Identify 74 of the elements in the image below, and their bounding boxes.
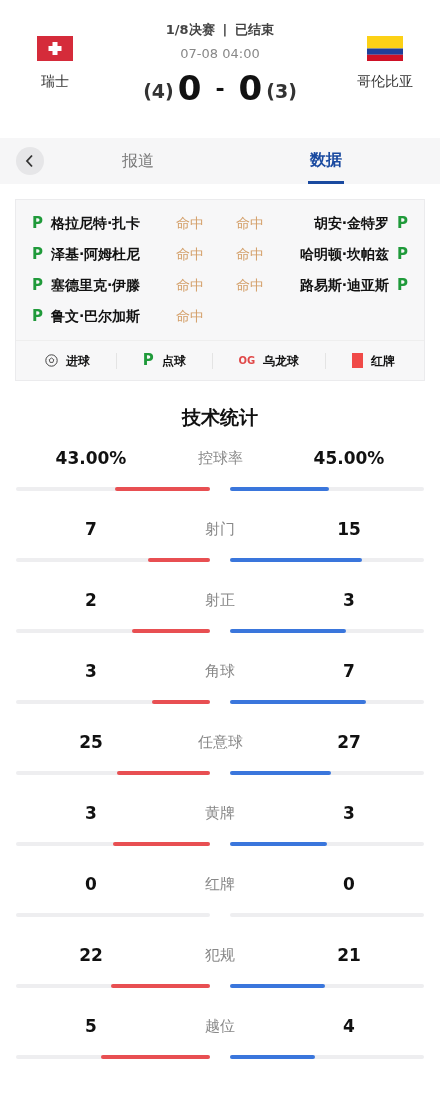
player-name: 路易斯·迪亚斯 <box>299 276 389 295</box>
result-label: 命中 <box>236 214 264 233</box>
penalty-icon: P <box>142 349 154 372</box>
penalty-icon: P <box>32 212 43 235</box>
stat-name: 控球率 <box>197 448 243 469</box>
penalty-score: (3) <box>266 78 297 104</box>
home-value: 43.00% <box>54 446 128 470</box>
legend-label: 乌龙球 <box>263 352 300 370</box>
away-value: 21 <box>336 943 362 967</box>
home-value: 22 <box>78 943 104 967</box>
score: 0 <box>238 71 263 105</box>
player-name: 泽基·阿姆杜尼 <box>51 245 141 264</box>
penalty-icon: P <box>397 274 408 297</box>
penalty-icon: P <box>397 243 408 266</box>
stat-name: 角球 <box>205 661 235 682</box>
penalty-icon: P <box>32 274 43 297</box>
stat-name: 任意球 <box>197 732 243 753</box>
player-name: 哈明顿·坎帕兹 <box>299 245 389 264</box>
result-label: 命中 <box>176 245 204 264</box>
result-label: 命中 <box>236 276 264 295</box>
section-title: 技术统计 <box>180 405 259 430</box>
home-value: 3 <box>84 659 98 683</box>
player-name: 胡安·金特罗 <box>313 214 389 233</box>
stat-name: 黄牌 <box>205 803 235 824</box>
away-value: 45.00% <box>312 446 386 470</box>
away-value: 15 <box>336 517 362 541</box>
result-label: 命中 <box>176 276 204 295</box>
result-label: 命中 <box>236 245 264 264</box>
match-time: 07-08 04:00 <box>180 44 260 63</box>
player-name: 塞德里克·伊滕 <box>51 276 141 295</box>
legend-label: 进球 <box>65 352 90 370</box>
result-label: 命中 <box>176 214 204 233</box>
away-value: 3 <box>342 801 356 825</box>
round-label: 1/8决赛 <box>165 21 215 39</box>
ball-icon <box>44 354 58 367</box>
penalty-icon: P <box>32 305 43 328</box>
home-value: 2 <box>84 588 98 612</box>
home-value: 3 <box>84 801 98 825</box>
flag-icon <box>367 36 403 61</box>
stat-name: 越位 <box>205 1016 235 1037</box>
back-icon <box>25 154 35 168</box>
stat-name: 犯规 <box>205 945 235 966</box>
team-name: 瑞士 <box>41 72 69 91</box>
stat-name: 射门 <box>205 519 235 540</box>
score: 0 <box>177 71 202 105</box>
legend-label: 点球 <box>161 352 186 370</box>
back-button[interactable] <box>16 147 44 175</box>
home-value: 0 <box>84 872 98 896</box>
card-icon <box>352 353 363 368</box>
tab[interactable]: 数据 <box>308 138 344 184</box>
legend-label: 红牌 <box>371 352 395 370</box>
tab[interactable]: 报道 <box>120 138 156 184</box>
score-separator: - <box>215 74 225 103</box>
divider-text: | <box>222 21 228 39</box>
player-name: 格拉尼特·扎卡 <box>51 214 141 233</box>
penalty-icon: P <box>397 212 408 235</box>
away-value: 4 <box>342 1014 356 1038</box>
home-value: 25 <box>78 730 104 754</box>
penalty-icon: P <box>32 243 43 266</box>
away-value: 7 <box>342 659 356 683</box>
away-value: 27 <box>336 730 362 754</box>
penalty-score: (4) <box>143 78 174 104</box>
team-name: 哥伦比亚 <box>357 72 413 91</box>
flag-icon <box>37 36 73 61</box>
own-goal-icon: OG <box>238 353 256 368</box>
status-label: 已结束 <box>235 21 275 39</box>
result-label: 命中 <box>176 307 204 326</box>
home-value: 7 <box>84 517 98 541</box>
stat-name: 射正 <box>205 590 235 611</box>
stat-name: 红牌 <box>205 874 235 895</box>
player-name: 鲁文·巴尔加斯 <box>51 307 141 326</box>
away-value: 3 <box>342 588 356 612</box>
away-value: 0 <box>342 872 356 896</box>
home-value: 5 <box>84 1014 98 1038</box>
